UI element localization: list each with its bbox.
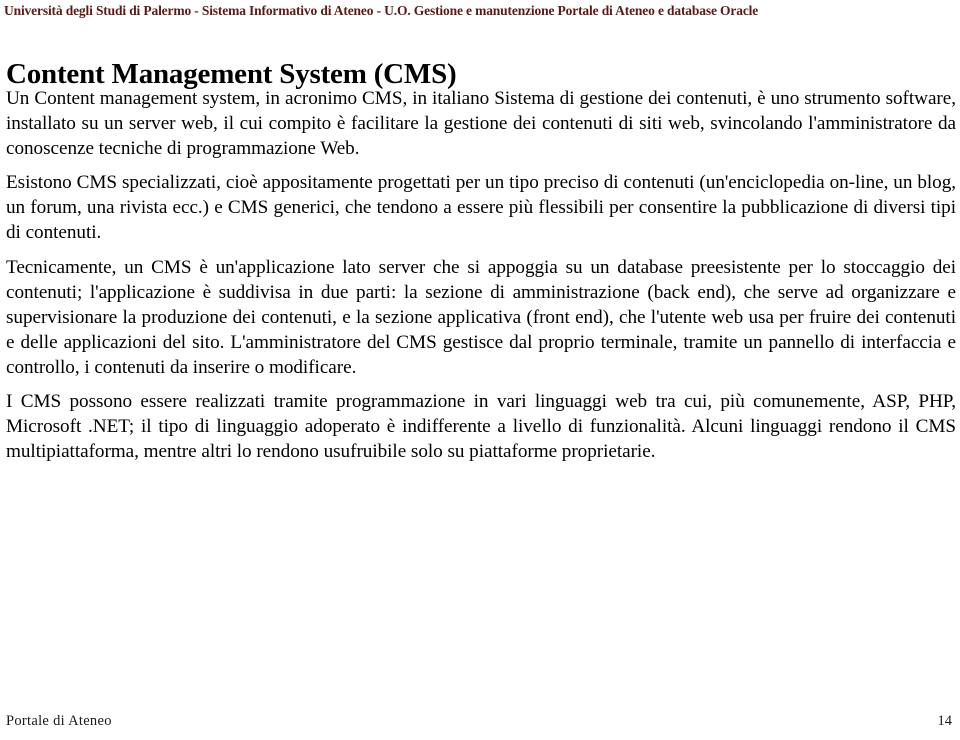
paragraph: I CMS possono essere realizzati tramite … [6, 391, 956, 463]
paragraph: Tecnicamente, un CMS è un'applicazione l… [6, 256, 956, 378]
page-header: Università degli Studi di Palermo - Sist… [0, 0, 960, 26]
paragraph: Esistono CMS specializzati, cioè apposit… [6, 172, 956, 244]
page-number: 14 [937, 713, 953, 729]
header-institution-line: Università degli Studi di Palermo - Sist… [4, 3, 759, 18]
paragraph: Un Content management system, in acronim… [6, 88, 956, 160]
slide-page: Università degli Studi di Palermo - Sist… [0, 0, 960, 740]
body-content: Un Content management system, in acronim… [6, 86, 956, 464]
footer-label: Portale di Ateneo [6, 713, 112, 729]
page-footer: Portale di Ateneo 14 [0, 708, 960, 730]
